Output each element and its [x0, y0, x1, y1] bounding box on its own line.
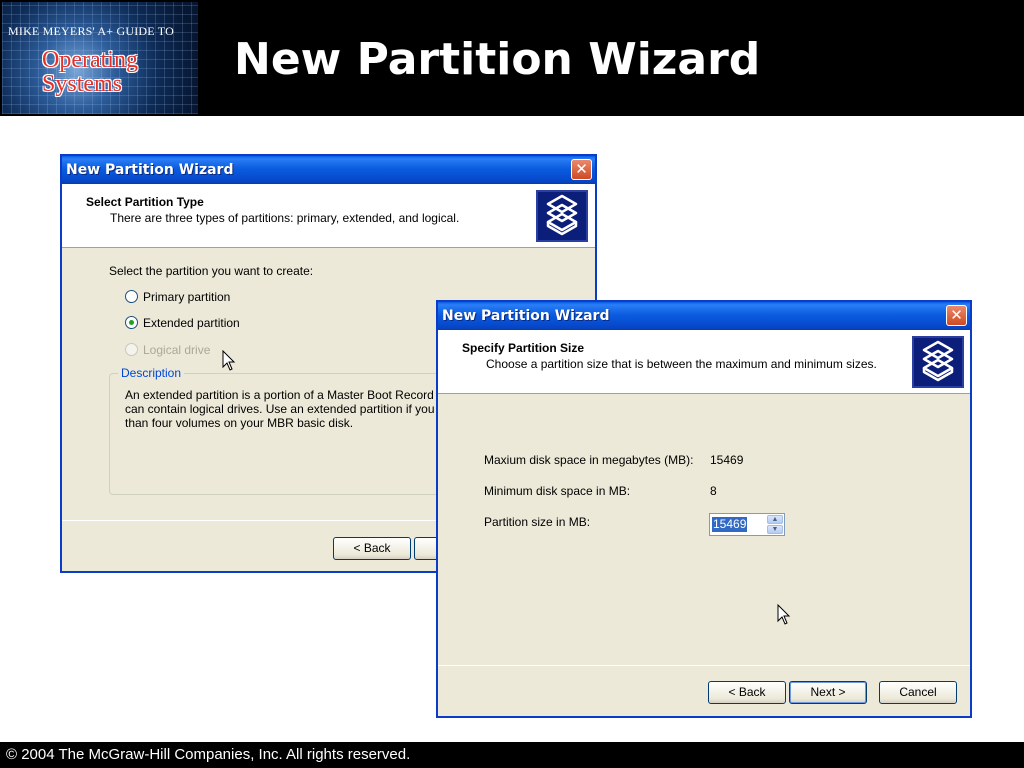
close-icon: ✕ [575, 160, 588, 178]
dialog1-header-title: Select Partition Type [86, 195, 204, 209]
partition-prompt: Select the partition you want to create: [109, 264, 314, 278]
specify-partition-size-dialog: New Partition Wizard ✕ Specify Partition… [436, 300, 972, 718]
dialog2-cancel-button[interactable]: Cancel [879, 681, 957, 704]
max-disk-space-value: 15469 [710, 453, 744, 467]
disk-stack-icon [536, 190, 588, 242]
disk-stack-icon [912, 336, 964, 388]
dialog1-back-button[interactable]: < Back [333, 537, 411, 560]
dialog1-title: New Partition Wizard [66, 162, 234, 178]
max-disk-space-label: Maxium disk space in megabytes (MB): [484, 453, 694, 467]
dialog2-back-button[interactable]: < Back [708, 681, 786, 704]
spin-up-icon[interactable]: ▲ [767, 515, 783, 524]
copyright-text: © 2004 The McGraw-Hill Companies, Inc. A… [6, 746, 411, 763]
logo-title-line1: Operating [42, 47, 138, 73]
dialog2-header: Specify Partition Size Choose a partitio… [438, 330, 970, 394]
min-disk-space-value: 8 [710, 484, 717, 498]
dialog1-close-button[interactable]: ✕ [571, 159, 592, 180]
slide-footer: © 2004 The McGraw-Hill Companies, Inc. A… [0, 742, 1024, 768]
logical-drive-radio[interactable] [125, 343, 138, 356]
dialog2-header-subtitle: Choose a partition size that is between … [486, 357, 877, 371]
slide-title: New Partition Wizard [234, 34, 761, 85]
dialog2-close-button[interactable]: ✕ [946, 305, 967, 326]
dialog2-titlebar[interactable]: New Partition Wizard ✕ [438, 302, 970, 330]
dialog1-header: Select Partition Type There are three ty… [62, 184, 595, 248]
extended-partition-radio[interactable] [125, 316, 138, 329]
extended-partition-label[interactable]: Extended partition [143, 316, 240, 330]
logo-series-text: MIKE MEYERS' A+ GUIDE TO [8, 24, 174, 38]
partition-size-input[interactable]: 15469 [712, 517, 748, 532]
partition-size-stepper[interactable]: 15469 ▲ ▼ [709, 513, 785, 536]
close-icon: ✕ [950, 306, 963, 324]
description-legend: Description [118, 366, 185, 380]
min-disk-space-label: Minimum disk space in MB: [484, 484, 631, 498]
book-logo: MIKE MEYERS' A+ GUIDE TO Operating Syste… [2, 2, 198, 114]
logical-drive-label[interactable]: Logical drive [143, 343, 210, 357]
dialog2-title: New Partition Wizard [442, 308, 610, 324]
logo-title-line2: Systems [42, 71, 123, 97]
mouse-pointer-icon [777, 604, 791, 625]
description-line-1: An extended partition is a portion of a … [125, 388, 460, 402]
dialog2-header-title: Specify Partition Size [462, 341, 585, 355]
slide-header: MIKE MEYERS' A+ GUIDE TO Operating Syste… [0, 0, 1024, 116]
description-line-3: than four volumes on your MBR basic disk… [125, 416, 354, 430]
primary-partition-label[interactable]: Primary partition [143, 290, 230, 304]
dialog1-header-subtitle: There are three types of partitions: pri… [110, 211, 460, 225]
description-line-2: can contain logical drives. Use an exten… [125, 402, 454, 416]
mouse-pointer-icon [222, 350, 236, 371]
primary-partition-radio[interactable] [125, 290, 138, 303]
spin-down-icon[interactable]: ▼ [767, 525, 783, 534]
partition-size-label: Partition size in MB: [484, 515, 591, 529]
dialog2-footer-divider [438, 665, 970, 666]
dialog1-titlebar[interactable]: New Partition Wizard ✕ [62, 156, 595, 184]
dialog2-next-button[interactable]: Next > [789, 681, 867, 704]
